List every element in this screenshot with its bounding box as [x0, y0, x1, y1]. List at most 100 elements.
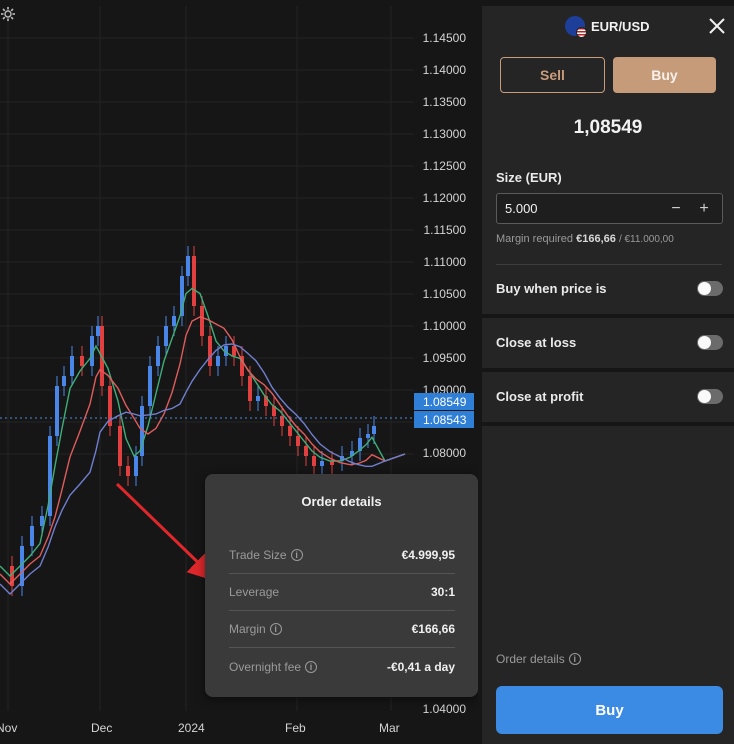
- candle-body: [96, 326, 100, 336]
- x-axis-label: Dec: [91, 721, 113, 735]
- candle-body: [256, 396, 260, 401]
- candle-body: [164, 326, 168, 346]
- y-axis-label: 1.12500: [422, 159, 466, 173]
- x-axis-label: Nov: [0, 721, 18, 735]
- sell-button[interactable]: Sell: [500, 57, 605, 93]
- info-icon[interactable]: i: [305, 660, 318, 673]
- bid-price-tag: 1.08543: [414, 411, 474, 428]
- order-details-popup: Order details Trade Size i €4.999,95 Leve…: [205, 474, 478, 697]
- candle-body: [156, 346, 160, 366]
- close-at-profit-toggle[interactable]: [697, 389, 723, 404]
- candle-body: [366, 434, 370, 438]
- buy-tab-button[interactable]: Buy: [613, 57, 716, 93]
- close-at-profit-row: Close at profit: [496, 389, 723, 404]
- y-axis-label: 1.10500: [422, 287, 466, 301]
- instrument-header: EUR/USD: [565, 16, 650, 38]
- candle-body: [70, 356, 74, 376]
- row-value: -€0,41 a day: [386, 659, 455, 674]
- x-axis-label: Feb: [285, 721, 306, 735]
- y-axis-label: 1.11000: [423, 255, 467, 269]
- row-label: Overnight fee: [229, 659, 302, 674]
- row-value: 30:1: [430, 585, 455, 599]
- buy-when-price-row: Buy when price is: [496, 281, 723, 296]
- price-chart[interactable]: 1.14500 1.14000 1.13500 1.13000 1.12500 …: [0, 6, 478, 744]
- popup-title: Order details: [301, 494, 382, 509]
- y-axis-label: 1.12000: [422, 191, 466, 205]
- margin-row: Margin i €166,66: [229, 611, 455, 648]
- margin-total: / €11.000,00: [618, 234, 674, 245]
- margin-label: Margin required: [496, 233, 574, 245]
- close-at-loss-row: Close at loss: [496, 335, 723, 350]
- candle-body: [62, 376, 66, 386]
- candle-body: [288, 426, 292, 436]
- y-axis-label: 1.14000: [422, 63, 466, 77]
- candle-body: [312, 456, 316, 466]
- candle-body: [304, 446, 308, 456]
- margin-required: Margin required €166,66 / €11.000,00: [496, 233, 674, 245]
- candle-body: [118, 426, 122, 466]
- close-at-profit-block: Close at profit: [482, 372, 734, 422]
- current-price: 1,08549: [573, 117, 643, 138]
- buy-when-price-label: Buy when price is: [496, 281, 607, 296]
- ask-price-tag: 1.08549: [414, 393, 474, 410]
- info-icon[interactable]: i: [269, 623, 282, 635]
- row-label: Trade Size: [229, 548, 287, 562]
- settings-gear-icon[interactable]: [0, 6, 16, 22]
- x-axis-label: Mar: [379, 721, 400, 735]
- y-axis-label: 1.04000: [422, 702, 466, 716]
- order-details-link[interactable]: Order details i: [496, 652, 581, 666]
- close-at-profit-label: Close at profit: [496, 389, 584, 404]
- trading-screen: 1.14500 1.14000 1.13500 1.13000 1.12500 …: [0, 0, 734, 744]
- row-label: Leverage: [229, 585, 280, 599]
- annotation-arrow: [115, 482, 219, 583]
- close-at-loss-toggle[interactable]: [697, 335, 723, 350]
- info-icon[interactable]: i: [290, 549, 303, 561]
- row-value: €166,66: [411, 622, 455, 636]
- candle-body: [126, 466, 130, 476]
- close-icon[interactable]: [708, 17, 726, 35]
- order-panel: EUR/USD Sell Buy 1,08549 Size (EUR) 5.00…: [482, 6, 734, 744]
- candle-body: [248, 376, 252, 401]
- y-axis-label: 1.08000: [422, 446, 466, 460]
- candle-body: [216, 356, 220, 366]
- candle-body: [200, 306, 204, 336]
- info-icon[interactable]: i: [568, 653, 581, 665]
- row-value: €4.999,95: [401, 548, 455, 562]
- decrease-size-button[interactable]: −: [665, 197, 687, 221]
- trade-size-row: Trade Size i €4.999,95: [229, 537, 455, 574]
- candle-body: [80, 356, 84, 366]
- increase-size-button[interactable]: +: [693, 197, 715, 221]
- buy-button[interactable]: Buy: [496, 686, 723, 734]
- close-at-loss-block: Close at loss: [482, 318, 734, 368]
- y-axis-label: 1.14500: [422, 31, 466, 45]
- y-axis-label: 1.13500: [422, 95, 466, 109]
- order-form-block: EUR/USD Sell Buy 1,08549 Size (EUR) 5.00…: [482, 6, 734, 314]
- y-axis-label: 1.11500: [423, 223, 467, 237]
- leverage-row: Leverage 30:1: [229, 574, 455, 611]
- order-details-link-label[interactable]: Order details: [496, 652, 565, 666]
- candle-body: [208, 336, 212, 366]
- row-label: Margin: [229, 622, 266, 636]
- overnight-fee-row: Overnight fee i -€0,41 a day: [229, 648, 455, 685]
- candle-body: [296, 436, 300, 446]
- candle-body: [186, 256, 190, 276]
- x-axis-label: 2024: [178, 721, 205, 735]
- close-at-loss-label: Close at loss: [496, 335, 577, 350]
- candle-body: [148, 366, 152, 406]
- candle-body: [172, 316, 176, 326]
- buy-when-price-toggle[interactable]: [697, 281, 723, 296]
- size-input[interactable]: 5.000 − +: [496, 193, 723, 224]
- size-label: Size (EUR): [496, 170, 562, 185]
- margin-value: €166,66: [576, 233, 616, 245]
- candle-body: [55, 386, 59, 436]
- candle-body: [372, 426, 376, 434]
- candle-body: [30, 526, 34, 546]
- eu-us-flag-icon: [565, 16, 587, 38]
- y-axis-label: 1.13000: [422, 127, 466, 141]
- candle-body: [320, 461, 324, 466]
- y-axis-label: 1.09500: [422, 351, 466, 365]
- size-value[interactable]: 5.000: [505, 201, 538, 216]
- candle-body: [134, 456, 138, 476]
- divider: [496, 264, 722, 265]
- y-axis-label: 1.10000: [422, 319, 466, 333]
